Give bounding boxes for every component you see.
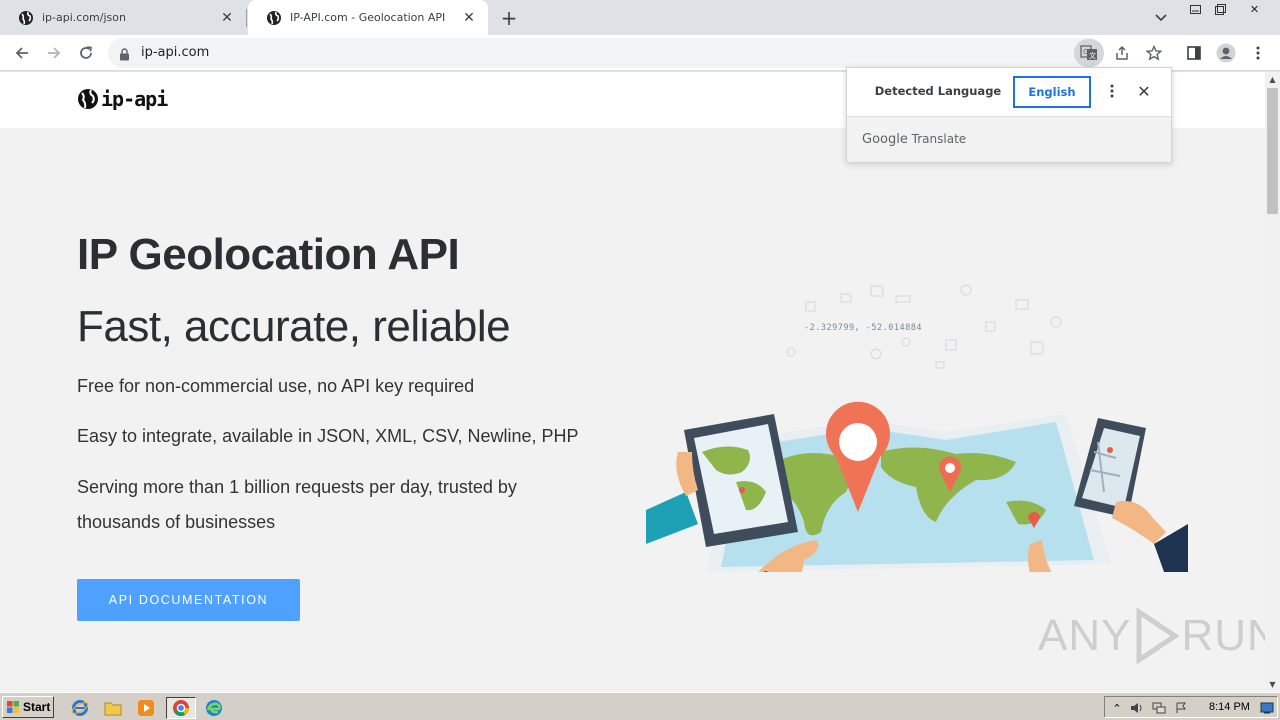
hero-title: IP Geolocation API: [77, 230, 460, 279]
volume-icon[interactable]: [1129, 700, 1145, 716]
scrollbar-thumb[interactable]: [1267, 88, 1278, 214]
browser-toolbar: ip-api.com G文: [0, 35, 1280, 71]
site-logo[interactable]: ip-api: [77, 87, 168, 111]
tab-separator: [246, 9, 247, 27]
system-tray: ⌃ 8:14 PM: [1104, 696, 1278, 718]
tab-ip-api-json[interactable]: ip-api.com/json ✕: [0, 0, 246, 35]
windows-logo-icon: [7, 701, 19, 713]
brand-translate: Translate: [911, 132, 967, 146]
close-translate-icon[interactable]: ✕: [1133, 80, 1155, 102]
windows-taskbar: Start ⌃ 8:14 PM: [0, 692, 1280, 720]
taskbar-clock[interactable]: 8:14 PM: [1209, 701, 1250, 713]
media-player-icon[interactable]: [134, 697, 158, 719]
tab-detected-language[interactable]: Detected Language: [863, 76, 1013, 108]
translate-footer: Google Translate: [847, 116, 1171, 162]
tab-ip-api-geolocation[interactable]: IP-API.com - Geolocation API ✕: [248, 0, 488, 35]
new-tab-button[interactable]: +: [498, 6, 520, 30]
reload-icon[interactable]: [72, 39, 100, 67]
globe-icon: [266, 10, 282, 26]
map-illustration: -2.329799, -52.014884: [646, 284, 1188, 572]
forward-arrow-icon[interactable]: [40, 39, 68, 67]
translate-icon[interactable]: G文: [1074, 39, 1104, 67]
tab-search-chevron-icon[interactable]: [1150, 7, 1172, 29]
start-label: Start: [23, 700, 51, 714]
show-hidden-icons-icon[interactable]: ⌃: [1109, 700, 1125, 716]
close-tab-icon[interactable]: ✕: [218, 9, 236, 27]
minimize-window-icon[interactable]: [1183, 0, 1208, 18]
anyrun-watermark: ANY RUN: [1038, 608, 1265, 664]
tab-strip: ip-api.com/json ✕ IP-API.com - Geolocati…: [0, 0, 1280, 35]
coordinates-label: -2.329799, -52.014884: [804, 323, 922, 333]
watermark-left: ANY: [1038, 611, 1132, 660]
tab-title: ip-api.com/json: [42, 11, 126, 24]
brand-google: Google: [862, 132, 908, 147]
side-panel-icon[interactable]: [1180, 39, 1208, 67]
file-explorer-icon[interactable]: [101, 697, 125, 719]
restore-window-icon[interactable]: [1208, 0, 1233, 18]
feature-integrate: Easy to integrate, available in JSON, XM…: [77, 426, 579, 446]
close-window-icon[interactable]: ✕: [1242, 0, 1267, 18]
start-button[interactable]: Start: [2, 696, 54, 718]
page-viewport: ip-api IP Geolocation API Fast, accurate…: [0, 72, 1265, 692]
profile-avatar-icon[interactable]: [1212, 39, 1240, 67]
google-translate-brand: Google Translate: [862, 132, 966, 147]
bookmark-star-icon[interactable]: [1140, 39, 1168, 67]
globe-logo-icon: [78, 89, 98, 109]
page-scrollbar[interactable]: ▲ ▼: [1265, 72, 1280, 692]
back-arrow-icon[interactable]: [8, 39, 36, 67]
url-text[interactable]: ip-api.com: [141, 45, 209, 60]
show-desktop-icon[interactable]: [1259, 700, 1275, 716]
watermark-right: RUN: [1181, 611, 1265, 660]
network-icon[interactable]: [1151, 700, 1167, 716]
action-center-flag-icon[interactable]: [1173, 700, 1189, 716]
address-bar[interactable]: ip-api.com G文: [108, 38, 1104, 68]
svg-text:文: 文: [1089, 51, 1096, 60]
edge-icon[interactable]: [202, 697, 226, 719]
logo-text: ip-api: [101, 87, 168, 111]
close-tab-icon[interactable]: ✕: [460, 9, 478, 27]
browser-menu-icon[interactable]: [1244, 39, 1272, 67]
scroll-down-arrow-icon[interactable]: ▼: [1265, 677, 1280, 692]
more-options-icon[interactable]: [1101, 80, 1123, 102]
scroll-up-arrow-icon[interactable]: ▲: [1265, 72, 1280, 87]
tab-english[interactable]: English: [1013, 76, 1091, 108]
lock-icon[interactable]: [119, 46, 130, 65]
internet-explorer-icon[interactable]: [68, 697, 92, 719]
play-triangle-icon: [1136, 608, 1180, 664]
feature-free: Free for non-commercial use, no API key …: [77, 376, 475, 396]
translate-popup: Detected Language English ✕ Google Trans…: [846, 67, 1172, 162]
feature-scale: Serving more than 1 billion requests per…: [77, 477, 517, 532]
share-icon[interactable]: [1108, 39, 1136, 67]
api-documentation-button[interactable]: API DOCUMENTATION: [77, 579, 300, 621]
globe-icon: [18, 10, 34, 26]
hero-subtitle: Fast, accurate, reliable: [77, 302, 511, 351]
svg-text:G: G: [1083, 48, 1088, 56]
tab-title: IP-API.com - Geolocation API: [290, 11, 446, 24]
chrome-taskbar-icon[interactable]: [166, 697, 196, 719]
